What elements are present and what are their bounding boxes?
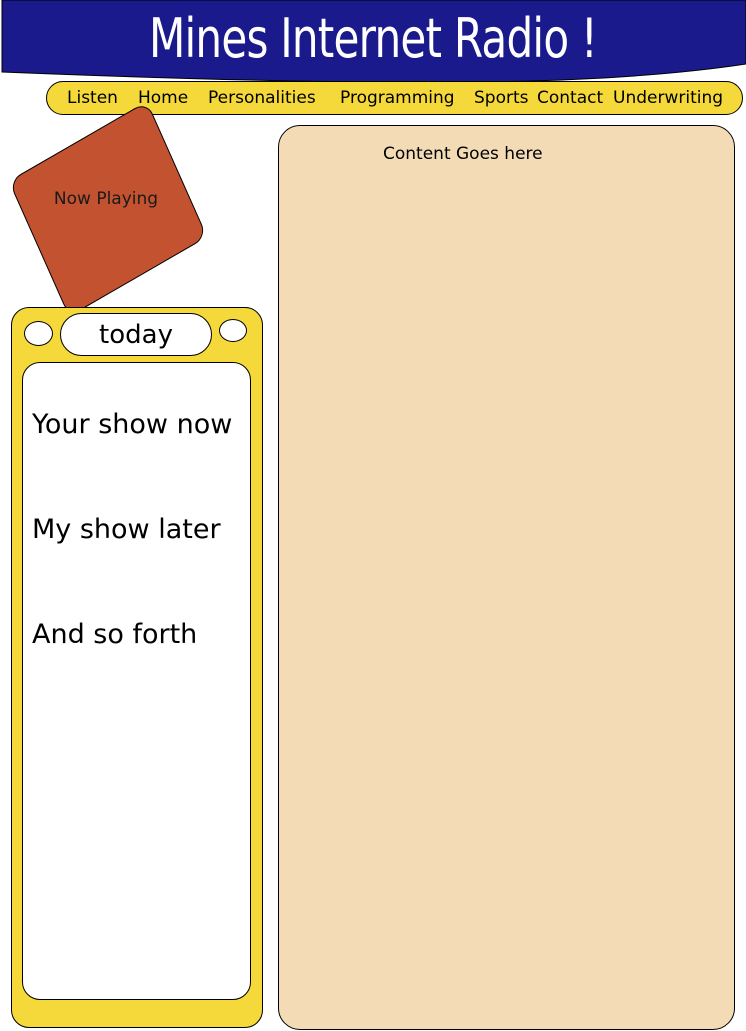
nav-contact[interactable]: Contact <box>537 88 603 108</box>
site-title: Mines Internet Radio ! <box>148 6 598 70</box>
schedule-heading: today <box>60 313 212 356</box>
schedule-item[interactable]: And so forth <box>32 619 197 650</box>
schedule-item[interactable]: My show later <box>32 514 221 545</box>
schedule-item[interactable]: Your show now <box>32 409 232 440</box>
schedule-list <box>22 362 251 1000</box>
nav-personalities[interactable]: Personalities <box>208 88 316 108</box>
right-bubble-decoration <box>219 319 247 342</box>
header-banner: Mines Internet Radio ! <box>0 0 746 90</box>
nav-home[interactable]: Home <box>138 88 188 108</box>
now-playing-button[interactable] <box>8 101 208 317</box>
nav-listen[interactable]: Listen <box>67 88 118 108</box>
nav-sports[interactable]: Sports <box>474 88 529 108</box>
nav-underwriting[interactable]: Underwriting <box>613 88 723 108</box>
now-playing-label: Now Playing <box>53 189 159 209</box>
content-placeholder-text: Content Goes here <box>383 144 543 164</box>
nav-programming[interactable]: Programming <box>340 88 455 108</box>
content-area <box>278 125 735 1030</box>
left-bubble-decoration <box>24 321 53 346</box>
